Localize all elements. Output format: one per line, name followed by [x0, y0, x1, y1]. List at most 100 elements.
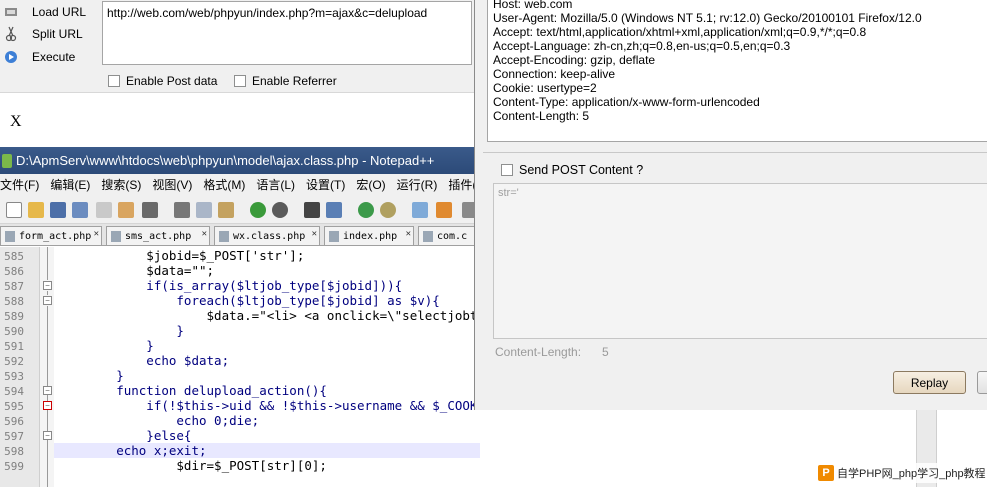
tab-close-icon[interactable]: ✕	[94, 229, 99, 239]
line-number: 589	[4, 310, 24, 323]
print-icon[interactable]	[142, 202, 158, 218]
replace-icon[interactable]	[326, 202, 342, 218]
code-line: echo x;exit;	[56, 443, 207, 458]
code-line: if(!$this->uid && !$this->username && $_…	[56, 398, 480, 413]
tab-close-icon[interactable]: ✕	[202, 229, 207, 239]
enable-referrer-checkbox[interactable]: Enable Referrer	[234, 74, 337, 88]
code-line: }	[56, 338, 154, 353]
menu-language[interactable]: 语言(L)	[256, 176, 295, 193]
line-number: 594	[4, 385, 24, 398]
open-file-icon[interactable]	[28, 202, 44, 218]
checkbox-box	[234, 75, 246, 87]
undo-icon[interactable]	[250, 202, 266, 218]
send-post-label: Send POST Content ?	[519, 163, 644, 177]
file-icon	[111, 230, 121, 242]
notepad-logo-icon	[2, 153, 12, 168]
header-line: Cookie: usertype=2	[493, 81, 597, 95]
php-logo-icon: P	[818, 465, 834, 481]
paste-icon[interactable]	[218, 202, 234, 218]
header-line: Accept-Encoding: gzip, deflate	[493, 53, 656, 67]
tab-label: index.php	[343, 230, 398, 242]
file-icon	[5, 230, 15, 242]
save-icon[interactable]	[50, 202, 66, 218]
code-line: echo 0;die;	[56, 413, 260, 428]
tab-close-icon[interactable]: ✕	[312, 229, 317, 239]
site-watermark: P 自学PHP网_php学习_php教程	[818, 463, 987, 483]
fold-toggle-icon[interactable]: −	[43, 401, 52, 410]
menu-file[interactable]: 文件(F)	[0, 176, 39, 193]
cut-icon[interactable]	[174, 202, 190, 218]
find-icon[interactable]	[304, 202, 320, 218]
menu-run[interactable]: 运行(R)	[397, 176, 438, 193]
enable-referrer-label: Enable Referrer	[252, 74, 337, 88]
close-all-icon[interactable]	[118, 202, 134, 218]
page-content-area: X	[0, 92, 480, 146]
tab-label: com.c	[437, 230, 468, 242]
line-number: 593	[4, 370, 24, 383]
tab-form-act[interactable]: form_act.php ✕	[0, 226, 102, 245]
line-number: 590	[4, 325, 24, 338]
menu-format[interactable]: 格式(M)	[203, 176, 245, 193]
tab-sms-act[interactable]: sms_act.php ✕	[106, 226, 210, 245]
fold-toggle-icon[interactable]: −	[43, 281, 52, 290]
tab-label: form_act.php	[19, 230, 92, 242]
content-length-label: Content-Length:	[495, 345, 582, 359]
zoom-in-icon[interactable]	[358, 202, 374, 218]
code-line: foreach($ltjob_type[$jobid] as $v){	[56, 293, 440, 308]
menu-settings[interactable]: 设置(T)	[306, 176, 345, 193]
tab-wx-class[interactable]: wx.class.php ✕	[214, 226, 320, 245]
close-button[interactable]	[977, 371, 987, 394]
code-line: if(is_array($ltjob_type[$jobid])){	[56, 278, 403, 293]
line-number: 592	[4, 355, 24, 368]
fold-toggle-icon[interactable]: −	[43, 431, 52, 440]
file-icon	[423, 230, 433, 242]
menu-view[interactable]: 视图(V)	[152, 176, 192, 193]
execute-button[interactable]: Execute	[0, 46, 100, 68]
tab-label: wx.class.php	[233, 230, 306, 242]
code-line: function delupload_action(){	[56, 383, 327, 398]
fold-toggle-icon[interactable]: −	[43, 386, 52, 395]
fold-toggle-icon[interactable]: −	[43, 296, 52, 305]
line-number: 596	[4, 415, 24, 428]
editor-title-bar: D:\ApmServ\www\htdocs\web\phpyun\model\a…	[0, 147, 480, 174]
replay-button[interactable]: Replay	[893, 371, 966, 394]
close-icon[interactable]	[96, 202, 112, 218]
url-input[interactable]: http://web.com/web/phpyun/index.php?m=aj…	[102, 1, 472, 65]
send-post-checkbox[interactable]: Send POST Content ?	[501, 163, 643, 177]
file-icon	[329, 230, 339, 242]
menu-search[interactable]: 搜索(S)	[101, 176, 141, 193]
redo-icon[interactable]	[272, 202, 288, 218]
header-line: Connection: keep-alive	[493, 67, 616, 81]
file-icon	[219, 230, 229, 242]
line-number: 598	[4, 445, 24, 458]
menu-macro[interactable]: 宏(O)	[356, 176, 385, 193]
watermark-text: 自学PHP网_php学习_php教程	[837, 468, 986, 480]
tab-label: sms_act.php	[125, 230, 192, 242]
editor-title: D:\ApmServ\www\htdocs\web\phpyun\model\a…	[16, 153, 435, 168]
post-content-textarea[interactable]: str='	[493, 183, 987, 339]
code-line: }	[56, 368, 124, 383]
code-line: $data.="<li> <a onclick=\"selectjobt	[56, 308, 478, 323]
split-url-button[interactable]: Split URL	[0, 23, 100, 45]
enable-post-label: Enable Post data	[126, 74, 218, 88]
menu-edit[interactable]: 编辑(E)	[50, 176, 90, 193]
header-line: Accept-Language: zh-cn,zh;q=0.8,en-us;q=…	[493, 39, 791, 53]
copy-icon[interactable]	[196, 202, 212, 218]
tab-index[interactable]: index.php ✕	[324, 226, 414, 245]
tab-close-icon[interactable]: ✕	[406, 229, 411, 239]
code-line: }	[56, 323, 184, 338]
request-headers-textarea[interactable]: Host: web.com User-Agent: Mozilla/5.0 (W…	[487, 0, 987, 142]
page-output-text: X	[10, 113, 22, 130]
wrap-icon[interactable]	[436, 202, 452, 218]
sync-scroll-icon[interactable]	[412, 202, 428, 218]
save-all-icon[interactable]	[72, 202, 88, 218]
fold-guide	[47, 291, 48, 295]
code-line: $jobid=$_POST['str'];	[56, 248, 305, 263]
load-url-button[interactable]: Load URL	[0, 1, 100, 23]
zoom-out-icon[interactable]	[380, 202, 396, 218]
new-file-icon[interactable]	[6, 202, 22, 218]
tab-com[interactable]: com.c	[418, 226, 480, 245]
code-editor[interactable]: 585 586 587 588 589 590 591 592 593 594 …	[0, 247, 480, 487]
enable-post-checkbox[interactable]: Enable Post data	[108, 74, 217, 88]
header-line: Accept: text/html,application/xhtml+xml,…	[493, 25, 867, 39]
